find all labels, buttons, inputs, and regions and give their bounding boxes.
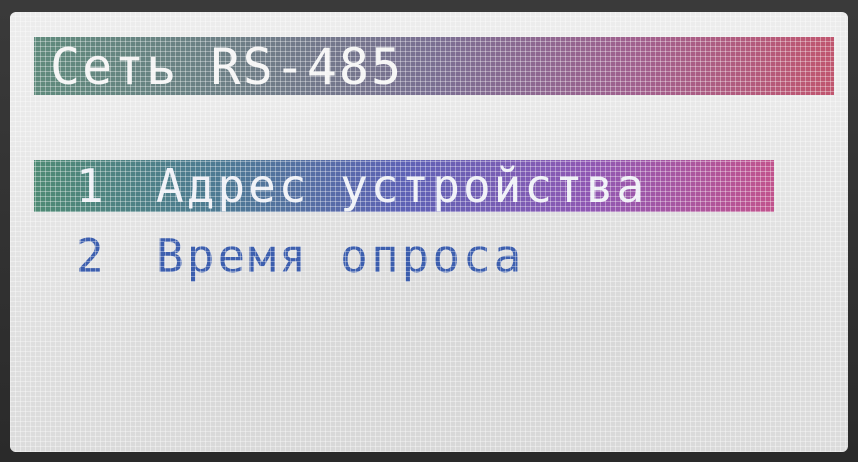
menu-item-poll-time[interactable]: 2 Время опроса: [34, 230, 774, 282]
menu-item-number: 2: [76, 229, 104, 283]
menu-item-label: Адрес устройства: [156, 159, 648, 213]
lcd-screen: Сеть RS-485 1 Адрес устройства 2 Время о…: [10, 12, 848, 452]
menu-item-number: 1: [76, 159, 104, 213]
menu-item-device-address[interactable]: 1 Адрес устройства: [34, 160, 774, 212]
device-bezel: Сеть RS-485 1 Адрес устройства 2 Время о…: [0, 0, 858, 462]
menu-item-label: Время опроса: [156, 229, 525, 283]
screen-title: Сеть RS-485: [50, 38, 404, 96]
